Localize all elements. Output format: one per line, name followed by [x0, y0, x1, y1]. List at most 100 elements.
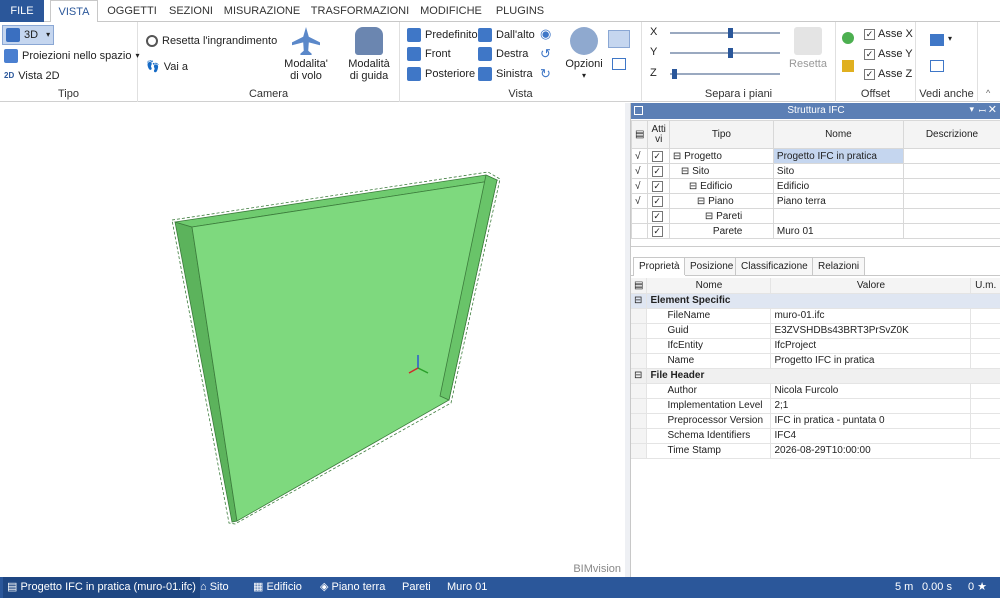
active-checkbox[interactable]: ✓ [647, 223, 670, 239]
expand-icon[interactable]: ⊟ [705, 211, 716, 222]
tab-modifiche[interactable]: MODIFICHE [418, 0, 484, 22]
tab-file[interactable]: FILE [0, 0, 44, 22]
col-attivi[interactable]: Atti vi [647, 120, 670, 149]
tab-posizione[interactable]: Posizione [684, 257, 740, 275]
property-row[interactable]: Guid E3ZVSHDBs43BRT3PrSvZ0K [631, 323, 1000, 339]
collapse-icon[interactable]: ⊟ [631, 293, 648, 309]
tree-nome-cell[interactable] [772, 208, 904, 224]
proiezioni-button[interactable]: Proiezioni nello spazio ▾ [4, 46, 139, 66]
tree-nome-cell[interactable]: Sito [772, 163, 904, 179]
property-value[interactable]: 2026-08-29T10:00:00 [770, 443, 972, 459]
resetta-button[interactable]: Resetta [788, 25, 828, 70]
visible-mark[interactable]: √ [630, 163, 649, 179]
tree-descrizione-cell[interactable] [902, 163, 1000, 179]
tree-nome-cell[interactable]: Edificio [772, 178, 904, 194]
opzioni-button[interactable]: Opzioni ▾ [564, 25, 604, 82]
expand-icon[interactable]: ⊟ [673, 151, 684, 162]
tree-descrizione-cell[interactable] [902, 208, 1000, 224]
close-icon[interactable]: ✕ [988, 103, 997, 116]
pin-icon[interactable]: ꟷ [979, 104, 986, 117]
expand-icon[interactable]: ⊟ [681, 166, 692, 177]
tree-row[interactable]: ✓ Parete Muro 01 [630, 223, 1000, 239]
destra-button[interactable]: Destra [478, 44, 528, 64]
slider-z[interactable] [670, 69, 780, 79]
slider-x-thumb[interactable] [727, 28, 733, 38]
tree-row[interactable]: √ ✓ ⊟ Sito Sito [630, 163, 1000, 179]
expand-icon[interactable]: ⊟ [697, 196, 708, 207]
property-value[interactable]: IFC4 [770, 428, 972, 444]
vai-a-button[interactable]: 👣 Vai a [146, 57, 188, 77]
property-value[interactable]: IFC in pratica - puntata 0 [770, 413, 972, 429]
property-row[interactable]: Time Stamp 2026-08-29T10:00:00 [631, 443, 1000, 459]
visible-mark[interactable]: √ [630, 148, 649, 164]
dallalto-button[interactable]: Dall'alto [478, 25, 535, 45]
tab-relazioni[interactable]: Relazioni [812, 257, 866, 275]
property-row[interactable]: FileName muro-01.ifc [631, 308, 1000, 324]
panel-menu-icon[interactable]: ▾ [969, 104, 974, 115]
tree-tipo-cell[interactable]: ⊟ Sito [668, 163, 774, 179]
tree-splitter[interactable] [631, 246, 1000, 250]
color-picker-button[interactable] [608, 30, 630, 48]
map-icon[interactable] [612, 58, 626, 70]
tree-tipo-cell[interactable]: Parete [668, 223, 774, 239]
tree-row[interactable]: √ ✓ ⊟ Progetto Progetto IFC in pratica [630, 148, 1000, 164]
tab-vista[interactable]: VISTA [50, 0, 98, 23]
property-row[interactable]: IfcEntity IfcProject [631, 338, 1000, 354]
asse-z-checkbox[interactable]: ✓ Asse Z [864, 64, 912, 84]
active-checkbox[interactable]: ✓ [647, 178, 670, 194]
tab-proprieta[interactable]: Proprietà [633, 257, 686, 276]
status-sito[interactable]: ⌂ Sito [200, 577, 229, 598]
document-icon[interactable] [930, 60, 944, 72]
molecule-icon[interactable] [842, 32, 854, 44]
property-value[interactable]: 2;1 [770, 398, 972, 414]
paint-icon[interactable] [842, 60, 854, 72]
property-row[interactable]: Schema Identifiers IFC4 [631, 428, 1000, 444]
3d-viewport[interactable]: BIMvision [0, 103, 625, 577]
tab-misurazione[interactable]: MISURAZIONE [222, 0, 302, 22]
property-row[interactable]: Name Progetto IFC in pratica [631, 353, 1000, 369]
tab-oggetti[interactable]: OGGETTI [104, 0, 160, 22]
expand-icon[interactable]: ⊟ [689, 181, 700, 192]
status-piano[interactable]: ◈ Piano terra [320, 577, 385, 598]
active-checkbox[interactable]: ✓ [647, 163, 670, 179]
col-tipo[interactable]: Tipo [668, 120, 774, 149]
slider-y[interactable] [670, 48, 780, 58]
rotate-icon[interactable]: ◉ [540, 26, 551, 42]
col-prop-um[interactable]: U.m. [970, 278, 1000, 294]
visible-mark[interactable]: √ [630, 178, 649, 194]
property-value[interactable]: Progetto IFC in pratica [770, 353, 972, 369]
active-checkbox[interactable]: ✓ [647, 148, 670, 164]
active-checkbox[interactable]: ✓ [647, 208, 670, 224]
front-button[interactable]: Front [407, 44, 451, 64]
collapse-ribbon-icon[interactable]: ^ [986, 88, 990, 98]
status-project[interactable]: ▤ Progetto IFC in pratica (muro-01.ifc) [3, 577, 200, 598]
status-muro[interactable]: Muro 01 [447, 577, 487, 598]
active-checkbox[interactable]: ✓ [647, 193, 670, 209]
status-edificio[interactable]: ▦ Edificio [253, 577, 302, 598]
tree-nome-cell[interactable]: Progetto IFC in pratica [772, 148, 904, 164]
slider-z-thumb[interactable] [672, 69, 678, 79]
flag-icon[interactable] [930, 34, 944, 46]
tree-descrizione-cell[interactable] [902, 178, 1000, 194]
property-value[interactable]: muro-01.ifc [770, 308, 972, 324]
group-row-element-specific[interactable]: ⊟ Element Specific [631, 293, 1000, 309]
tab-sezioni[interactable]: SEZIONI [166, 0, 216, 22]
col-prop-valore[interactable]: Valore [770, 278, 972, 294]
tree-descrizione-cell[interactable] [902, 148, 1000, 164]
tree-nome-cell[interactable]: Muro 01 [772, 223, 904, 239]
property-row[interactable]: Implementation Level 2;1 [631, 398, 1000, 414]
tree-row[interactable]: √ ✓ ⊟ Piano Piano terra [630, 193, 1000, 209]
refresh-icon[interactable]: ↻ [540, 66, 551, 82]
tree-descrizione-cell[interactable] [902, 223, 1000, 239]
property-row[interactable]: Preprocessor Version IFC in pratica - pun… [631, 413, 1000, 429]
posteriore-button[interactable]: Posteriore [407, 64, 475, 84]
col-nome[interactable]: Nome [772, 120, 904, 149]
tab-plugins[interactable]: PLUGINS [492, 0, 548, 22]
visible-mark[interactable] [630, 223, 649, 239]
tree-row[interactable]: √ ✓ ⊟ Edificio Edificio [630, 178, 1000, 194]
slider-x[interactable] [670, 28, 780, 38]
asse-x-checkbox[interactable]: ✓ Asse X [864, 24, 913, 44]
tree-tipo-cell[interactable]: ⊟ Piano [668, 193, 774, 209]
tab-trasformazioni[interactable]: TRASFORMAZIONI [310, 0, 410, 22]
collapse-icon[interactable]: ⊟ [631, 368, 648, 384]
